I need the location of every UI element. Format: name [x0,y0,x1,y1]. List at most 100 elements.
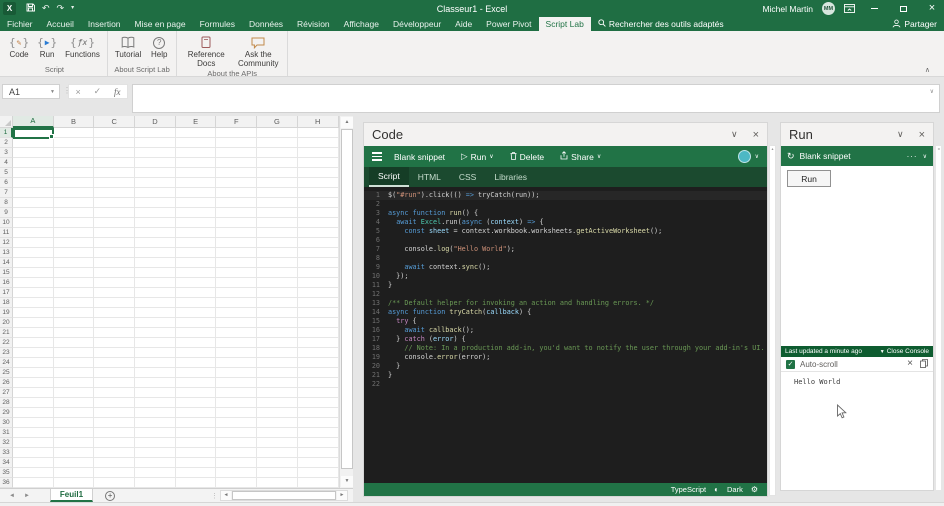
row-header-16[interactable]: 16 [0,278,13,288]
cell-c9[interactable] [94,208,136,218]
code-line-15[interactable]: 15 try { [364,317,767,326]
formula-input[interactable]: ∨ [132,84,940,113]
ask-community-button[interactable]: Ask the Community [232,31,284,69]
cell-d28[interactable] [135,398,176,408]
column-header-h[interactable]: H [297,116,339,128]
worksheet-grid[interactable]: ABCDEFGH 1 2 3 4 5 6 7 8 9 10 11 12 13 14 15 16 17 18 19 20… [0,116,339,488]
cell-a22[interactable] [13,338,54,348]
cell-c5[interactable] [94,168,136,178]
cell-d22[interactable] [135,338,176,348]
cell-f10[interactable] [216,218,258,228]
cell-g27[interactable] [257,388,298,398]
auto-scroll-checkbox[interactable]: ✓ [786,359,795,369]
scroll-left-icon[interactable]: ◄ [221,491,231,500]
cell-g17[interactable] [257,288,298,298]
cell-e7[interactable] [175,188,217,198]
cell-f12[interactable] [216,238,258,248]
code-line-7[interactable]: 7 console.log("Hello World"); [364,245,767,254]
cell-a13[interactable] [13,248,54,258]
cell-g14[interactable] [257,258,298,268]
cell-f33[interactable] [216,448,258,458]
cell-d25[interactable] [135,368,176,378]
ribbon-tab-insertion[interactable]: Insertion [81,17,128,31]
cell-b16[interactable] [53,278,95,288]
cell-a12[interactable] [13,238,54,248]
cell-h16[interactable] [297,278,339,288]
cell-c12[interactable] [94,238,136,248]
cell-a23[interactable] [13,348,54,358]
cell-e13[interactable] [175,248,217,258]
cell-b22[interactable] [53,338,95,348]
cell-e29[interactable] [175,408,217,418]
cell-b12[interactable] [53,238,95,248]
scroll-up-icon[interactable]: ▲ [341,117,353,128]
cell-d5[interactable] [135,168,176,178]
tell-me-search[interactable]: Rechercher des outils adaptés [598,19,724,29]
name-box[interactable]: A1 ▼ [2,84,60,99]
cell-g11[interactable] [257,228,298,238]
cell-a24[interactable] [13,358,54,368]
share-button[interactable]: Partager [892,19,937,30]
sheet-tab-feuil1[interactable]: Feuil1 [49,489,94,502]
cell-b7[interactable] [53,188,95,198]
cell-c29[interactable] [94,408,136,418]
cell-d10[interactable] [135,218,176,228]
cell-d3[interactable] [135,148,176,158]
cell-b6[interactable] [53,178,95,188]
cell-e12[interactable] [175,238,217,248]
column-header-g[interactable]: G [257,116,298,128]
cell-b18[interactable] [53,298,95,308]
scroll-down-icon[interactable]: ▼ [341,476,353,487]
cell-g10[interactable] [257,218,298,228]
cell-d8[interactable] [135,198,176,208]
cell-b5[interactable] [53,168,95,178]
cell-h24[interactable] [297,358,339,368]
cell-h22[interactable] [297,338,339,348]
grid-vertical-scrollbar[interactable]: ▲ ▼ [339,116,353,488]
cell-f32[interactable] [216,438,258,448]
cell-a17[interactable] [13,288,54,298]
enter-icon[interactable]: ✓ [94,86,102,97]
cancel-icon[interactable]: × [75,87,80,97]
cell-h3[interactable] [297,148,339,158]
cell-c2[interactable] [94,138,136,148]
cell-b14[interactable] [53,258,95,268]
cell-h27[interactable] [297,388,339,398]
cell-b27[interactable] [53,388,95,398]
cell-d14[interactable] [135,258,176,268]
cell-c35[interactable] [94,468,136,478]
code-line-14[interactable]: 14 async function tryCatch(callback) { [364,308,767,317]
select-all-corner[interactable] [0,116,13,128]
cell-f31[interactable] [216,428,258,438]
row-header-9[interactable]: 9 [0,208,13,218]
cell-a28[interactable] [13,398,54,408]
cell-e11[interactable] [175,228,217,238]
cell-b20[interactable] [53,318,95,328]
cell-h14[interactable] [297,258,339,268]
cell-g35[interactable] [257,468,298,478]
cell-b33[interactable] [53,448,95,458]
cell-a33[interactable] [13,448,54,458]
cell-h7[interactable] [297,188,339,198]
cell-e16[interactable] [175,278,217,288]
row-header-22[interactable]: 22 [0,338,13,348]
row-header-24[interactable]: 24 [0,358,13,368]
minimize-button[interactable] [864,0,884,17]
cell-f1[interactable] [216,128,258,138]
ribbon-tab-fichier[interactable]: Fichier [0,17,40,31]
cell-b29[interactable] [53,408,95,418]
cell-d24[interactable] [135,358,176,368]
cell-g16[interactable] [257,278,298,288]
row-header-31[interactable]: 31 [0,428,13,438]
cell-g32[interactable] [257,438,298,448]
cell-c33[interactable] [94,448,136,458]
row-header-2[interactable]: 2 [0,138,13,148]
code-line-13[interactable]: 13 /** Default helper for invoking an act… [364,299,767,308]
toolbar-share-button[interactable]: Share ∨ [560,151,601,162]
next-sheet-icon[interactable]: ► [24,493,30,499]
cell-a6[interactable] [13,178,54,188]
cell-a32[interactable] [13,438,54,448]
code-line-21[interactable]: 21} [364,371,767,380]
cell-d31[interactable] [135,428,176,438]
cell-f16[interactable] [216,278,258,288]
